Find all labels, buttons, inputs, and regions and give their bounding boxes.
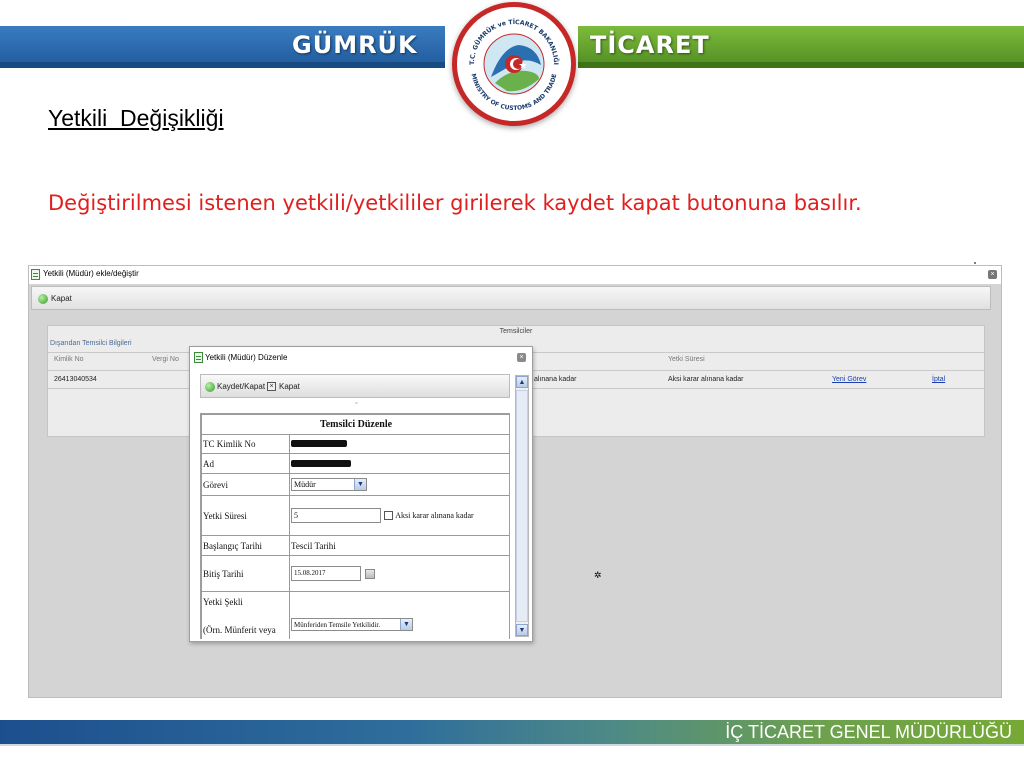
col-yetki-suresi: Yetki Süresi: [668, 356, 705, 363]
baslangic-tarihi-value: Tescil Tarihi: [289, 535, 509, 556]
gorevi-cell: Müdür ▼: [289, 473, 509, 496]
slide-instruction-text: Değiştirilmesi istenen yetkili/yetkilile…: [48, 191, 862, 215]
yetki-suresi-input[interactable]: 5: [291, 508, 381, 523]
yeni-gorev-link[interactable]: Yeni Görev: [832, 376, 866, 383]
yetki-suresi-label: Yetki Süresi: [201, 495, 290, 536]
calendar-icon[interactable]: [365, 568, 375, 579]
scroll-thumb[interactable]: [516, 390, 528, 622]
document-icon: [194, 352, 203, 363]
check-circle-icon: [205, 382, 215, 392]
ad-label: Ad: [201, 453, 290, 474]
banner-ticaret-text: TİCARET: [590, 31, 710, 59]
dialog-kapat-label: Kapat: [279, 382, 300, 391]
edit-dialog: Yetkili (Müdür) Düzenle × Kaydet/Kapat ×…: [189, 346, 533, 642]
col-vergi-no: Vergi No: [152, 356, 179, 363]
bitis-tarihi-label: Bitiş Tarihi: [201, 555, 290, 592]
form-scroll-area: Temsilci Düzenle TC Kimlik No Ad Görevi …: [200, 413, 510, 639]
banner-gumruk-text: GÜMRÜK: [292, 31, 418, 59]
bitis-tarihi-input[interactable]: 15.08.2017: [291, 566, 361, 581]
app-window: Yetkili (Müdür) ekle/değiştir × Kapat Te…: [28, 262, 1002, 698]
dialog-toolbar: Kaydet/Kapat × Kapat: [200, 374, 510, 398]
dialog-scrollbar[interactable]: ▲ ▼: [515, 375, 529, 637]
yetki-sekli-label: Yetki Şekli: [203, 596, 243, 607]
panel-subheader: Dışarıdan Temsilci Bilgileri: [50, 340, 132, 347]
footer-line: [0, 744, 1024, 746]
chevron-down-icon: ▼: [400, 619, 412, 630]
redacted-block: [291, 459, 351, 467]
dot-mark: [974, 262, 976, 264]
app-close-icon[interactable]: ×: [988, 270, 997, 279]
kaydet-kapat-label: Kaydet/Kapat: [217, 382, 266, 391]
temsilci-form: Temsilci Düzenle TC Kimlik No Ad Görevi …: [201, 414, 509, 639]
panel-header: Temsilciler: [499, 328, 533, 335]
row-kimlik-no: 26413040534: [54, 376, 97, 383]
chevron-up-icon[interactable]: ▲: [516, 376, 528, 388]
kapat-button[interactable]: Kapat: [38, 292, 72, 306]
banner-left-shade: [0, 62, 445, 68]
app-toolbar: Kapat: [31, 286, 991, 310]
redacted-block: [291, 440, 347, 447]
yetki-sekli-selected-value: Münferiden Temsile Yetkilidir.: [294, 621, 381, 629]
chevron-down-icon: ▼: [354, 479, 366, 490]
ad-value: [289, 453, 509, 474]
yetki-sekli-note: (Örn. Münferit veya: [203, 624, 276, 635]
kaydet-kapat-button[interactable]: Kaydet/Kapat: [205, 380, 265, 394]
yetki-sekli-cell: Münferiden Temsile Yetkilidir. ▼: [289, 591, 509, 639]
yetki-suresi-cell: 5 Aksi karar alınana kadar: [289, 495, 509, 536]
slide-title: Yetkili Değişikliği: [48, 105, 224, 131]
chevron-down-icon[interactable]: ▼: [516, 624, 528, 636]
toolbar-marker: ▫: [355, 400, 358, 407]
gorevi-label: Görevi: [201, 473, 290, 496]
baslangic-tarihi-label: Başlangıç Tarihi: [201, 535, 290, 556]
form-header: Temsilci Düzenle: [201, 414, 509, 435]
gorevi-selected-value: Müdür: [294, 480, 316, 489]
iptal-link[interactable]: İptal: [932, 376, 945, 383]
tc-kimlik-label: TC Kimlik No: [201, 434, 290, 454]
close-x-icon: ×: [267, 382, 276, 391]
banner-right-shade: [578, 62, 1024, 68]
col-kimlik-no: Kimlik No: [54, 356, 84, 363]
row-yetki-suresi: Aksi karar alınana kadar: [668, 376, 744, 383]
document-icon: [31, 269, 40, 280]
tc-kimlik-value: [289, 434, 509, 454]
aksi-karar-label: Aksi karar alınana kadar: [395, 511, 474, 520]
check-circle-icon: [38, 294, 48, 304]
mouse-cursor-icon: ✲: [594, 570, 602, 580]
ministry-seal-logo: T.C. GÜMRÜK ve TİCARET BAKANLIĞI MINISTR…: [452, 2, 576, 126]
yetki-sekli-select[interactable]: Münferiden Temsile Yetkilidir. ▼: [291, 618, 413, 631]
app-window-title: Yetkili (Müdür) ekle/değiştir: [43, 269, 139, 278]
gorevi-select[interactable]: Müdür ▼: [291, 478, 367, 491]
row-status: alınana kadar: [534, 376, 577, 383]
yetki-sekli-label-cell: Yetki Şekli (Örn. Münferit veya: [201, 591, 290, 639]
dialog-title: Yetkili (Müdür) Düzenle: [205, 353, 288, 362]
app-titlebar: Yetkili (Müdür) ekle/değiştir ×: [29, 266, 1001, 284]
dialog-kapat-button[interactable]: × Kapat: [267, 380, 300, 394]
aksi-karar-checkbox[interactable]: [384, 511, 393, 520]
footer-text: İÇ TİCARET GENEL MÜDÜRLÜĞÜ: [725, 722, 1012, 742]
dialog-close-icon[interactable]: ×: [517, 353, 526, 362]
kapat-button-label: Kapat: [51, 294, 72, 303]
bitis-tarihi-cell: 15.08.2017: [289, 555, 509, 592]
